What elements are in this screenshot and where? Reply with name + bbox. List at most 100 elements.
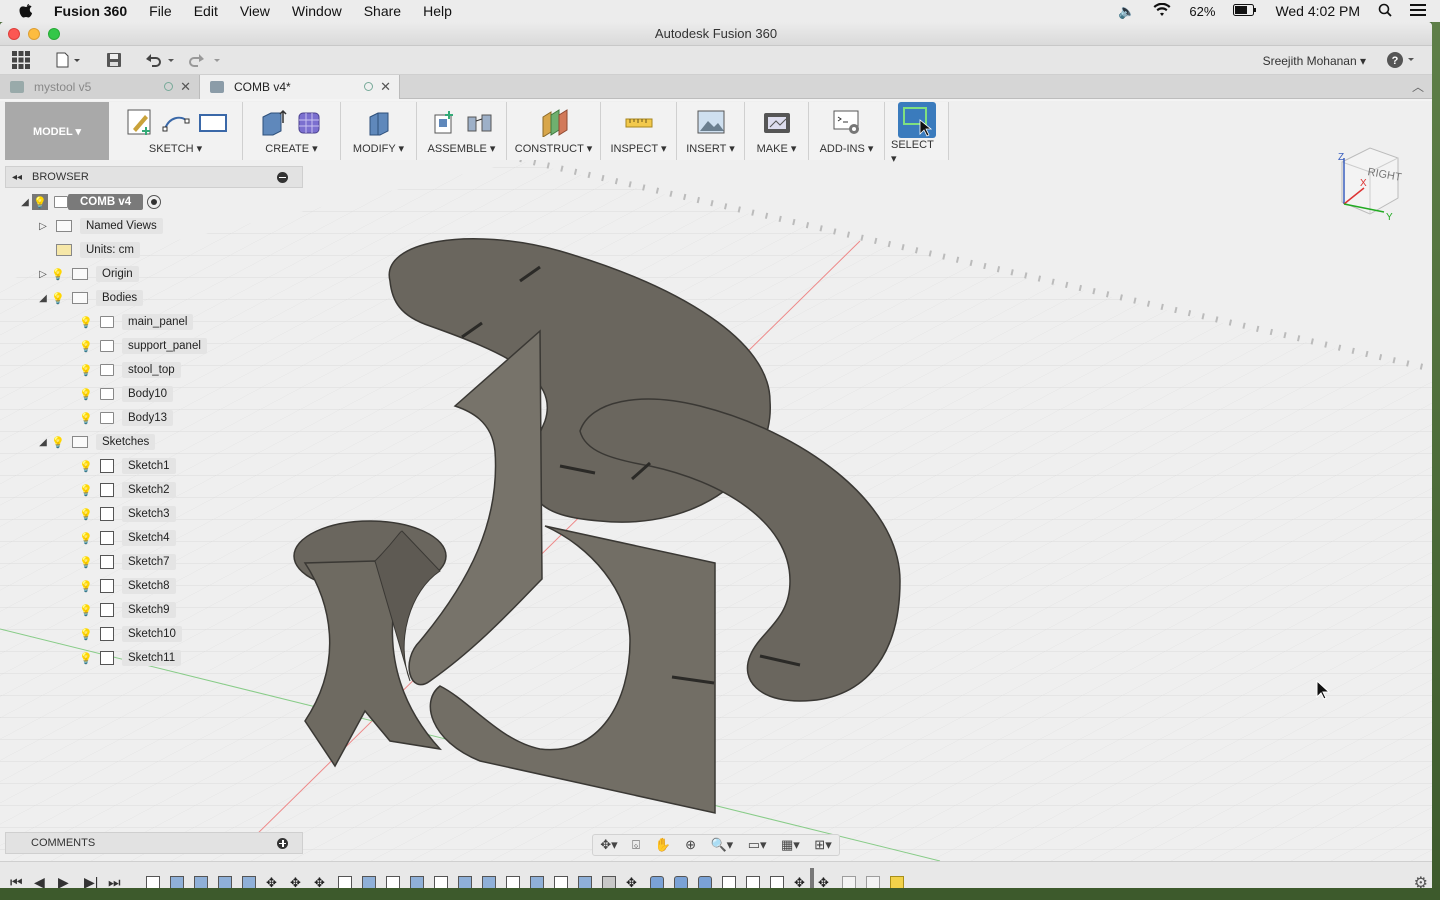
timeline-move-icon[interactable]: ✥ — [314, 876, 328, 889]
visibility-bulb-icon[interactable]: 💡 — [78, 338, 94, 354]
make-menu[interactable]: MAKE ▾ — [757, 142, 797, 156]
offset-plane-icon[interactable] — [539, 107, 569, 138]
timeline-combine-icon[interactable] — [650, 876, 664, 888]
file-menu-icon[interactable] — [56, 50, 82, 70]
create-menu[interactable]: CREATE ▾ — [265, 142, 317, 156]
select-icon[interactable] — [897, 102, 936, 138]
expand-icon[interactable]: ▷ — [36, 269, 50, 280]
activate-radio-icon[interactable] — [147, 195, 162, 209]
inspect-menu[interactable]: INSPECT ▾ — [610, 142, 666, 156]
timeline-extrude-icon[interactable] — [194, 876, 208, 888]
tree-root-comb[interactable]: ◢ 💡 COMB v4 — [18, 192, 162, 212]
menu-window[interactable]: Window — [292, 3, 342, 19]
line-icon[interactable] — [161, 107, 191, 137]
clock[interactable]: Wed 4:02 PM — [1275, 3, 1360, 19]
tree-body-item[interactable]: 💡 support_panel — [78, 336, 207, 356]
undo-icon[interactable] — [144, 50, 176, 70]
timeline-extrude-icon[interactable] — [242, 876, 256, 888]
timeline-extrude-icon[interactable] — [578, 876, 592, 888]
timeline-sketch-icon[interactable] — [770, 876, 784, 888]
timeline-sketch-icon[interactable] — [554, 876, 568, 888]
timeline-move-icon[interactable]: ✥ — [290, 876, 304, 889]
tree-body-item[interactable]: 💡 stool_top — [78, 360, 181, 380]
menu-help[interactable]: Help — [423, 3, 452, 19]
timeline-sketch-icon[interactable] — [146, 876, 160, 888]
collapse-icon[interactable]: ◢ — [18, 197, 32, 208]
go-to-end-icon[interactable]: ⏭ — [108, 874, 121, 888]
save-icon[interactable] — [106, 50, 122, 70]
timeline-move-icon[interactable]: ✥ — [266, 876, 280, 889]
sketch-group[interactable]: SKETCH ▾ — [109, 102, 243, 160]
go-to-start-icon[interactable]: ⏮ — [10, 874, 23, 888]
visibility-bulb-icon[interactable]: 💡 — [50, 266, 66, 282]
expand-icon[interactable]: ▷ — [36, 221, 50, 232]
joint-icon[interactable] — [465, 107, 495, 137]
timeline-combine-icon[interactable] — [698, 876, 712, 888]
tree-sketch-item[interactable]: 💡 Sketch10 — [78, 624, 182, 644]
visibility-bulb-icon[interactable]: 💡 — [50, 290, 66, 306]
settings-gear-icon[interactable]: ⚙ — [1414, 873, 1428, 888]
3d-print-icon[interactable] — [762, 107, 792, 137]
new-component-icon[interactable] — [429, 107, 459, 137]
inspect-group[interactable]: INSPECT ▾ — [601, 102, 677, 160]
viewports-icon[interactable]: ⊞▾ — [814, 837, 831, 853]
wifi-icon[interactable] — [1153, 2, 1171, 20]
menu-share[interactable]: Share — [364, 3, 401, 19]
tree-sketch-item[interactable]: 💡 Sketch8 — [78, 576, 176, 596]
step-forward-icon[interactable]: ▶| — [84, 874, 98, 888]
browser-panel-header[interactable]: ◂◂ BROWSER — [5, 166, 303, 188]
play-icon[interactable]: ▶ — [58, 874, 69, 888]
modify-group[interactable]: MODIFY ▾ — [341, 102, 417, 160]
data-panel-grid-icon[interactable] — [12, 50, 30, 70]
menu-app-name[interactable]: Fusion 360 — [54, 3, 127, 19]
battery-icon[interactable] — [1233, 3, 1257, 19]
pan-icon[interactable]: ✋ — [654, 837, 670, 853]
timeline-move-icon[interactable]: ✥ — [626, 876, 640, 889]
measure-icon[interactable] — [624, 107, 654, 137]
tree-body-item[interactable]: 💡 Body10 — [78, 384, 174, 404]
add-ins-group[interactable]: ADD-INS ▾ — [809, 102, 885, 160]
timeline-extrude-icon[interactable] — [482, 876, 496, 888]
sketch-menu[interactable]: SKETCH ▾ — [149, 142, 202, 156]
menu-view[interactable]: View — [240, 3, 270, 19]
apple-icon[interactable] — [18, 1, 38, 22]
timeline-sketch-icon[interactable] — [434, 876, 448, 888]
timeline-sketch-icon[interactable] — [866, 876, 880, 888]
tree-units[interactable]: Units: cm — [50, 240, 140, 260]
visibility-bulb-icon[interactable]: 💡 — [78, 458, 94, 474]
zoom-window-button[interactable] — [48, 28, 60, 40]
tree-sketch-item[interactable]: 💡 Sketch3 — [78, 504, 176, 524]
visibility-bulb-icon[interactable]: 💡 — [78, 626, 94, 642]
timeline-sketch-icon[interactable] — [506, 876, 520, 888]
timeline-extrude-icon[interactable] — [218, 876, 232, 888]
tree-body-item[interactable]: 💡 Body13 — [78, 408, 174, 428]
notification-center-icon[interactable] — [1410, 3, 1426, 19]
form-icon[interactable] — [295, 107, 325, 137]
tree-bodies[interactable]: ◢ 💡 Bodies — [36, 288, 144, 308]
timeline-extrude-icon[interactable] — [530, 876, 544, 888]
visibility-bulb-icon[interactable]: 💡 — [50, 434, 66, 450]
tree-sketch-item[interactable]: 💡 Sketch4 — [78, 528, 176, 548]
scripts-addins-icon[interactable] — [832, 107, 862, 137]
make-group[interactable]: MAKE ▾ — [745, 102, 809, 160]
assemble-group[interactable]: ASSEMBLE ▾ — [417, 102, 507, 160]
tree-sketches[interactable]: ◢ 💡 Sketches — [36, 432, 156, 452]
collapse-icon[interactable]: ◢ — [36, 293, 50, 304]
timeline-sketch-icon[interactable] — [722, 876, 736, 888]
visibility-bulb-icon[interactable]: 💡 — [78, 578, 94, 594]
spotlight-search-icon[interactable] — [1378, 3, 1392, 20]
menu-edit[interactable]: Edit — [194, 3, 218, 19]
add-comment-icon[interactable] — [277, 837, 288, 849]
view-cube[interactable]: RIGHT Z X Y — [1334, 144, 1406, 223]
orbit-icon[interactable]: ✥▾ — [600, 837, 617, 853]
visibility-bulb-icon[interactable]: 💡 — [78, 506, 94, 522]
rectangle-icon[interactable] — [197, 107, 227, 137]
visibility-bulb-icon[interactable]: 💡 — [32, 194, 48, 210]
fit-zoom-icon[interactable]: 🔍▾ — [711, 837, 734, 853]
tree-sketch-item[interactable]: 💡 Sketch1 — [78, 456, 176, 476]
timeline-move-icon[interactable]: ✥ — [818, 876, 832, 889]
timeline-sketch-icon[interactable] — [890, 876, 904, 888]
visibility-bulb-icon[interactable]: 💡 — [78, 410, 94, 426]
timeline-move-icon[interactable]: ✥ — [794, 876, 808, 889]
collapse-icon[interactable]: ◢ — [36, 437, 50, 448]
